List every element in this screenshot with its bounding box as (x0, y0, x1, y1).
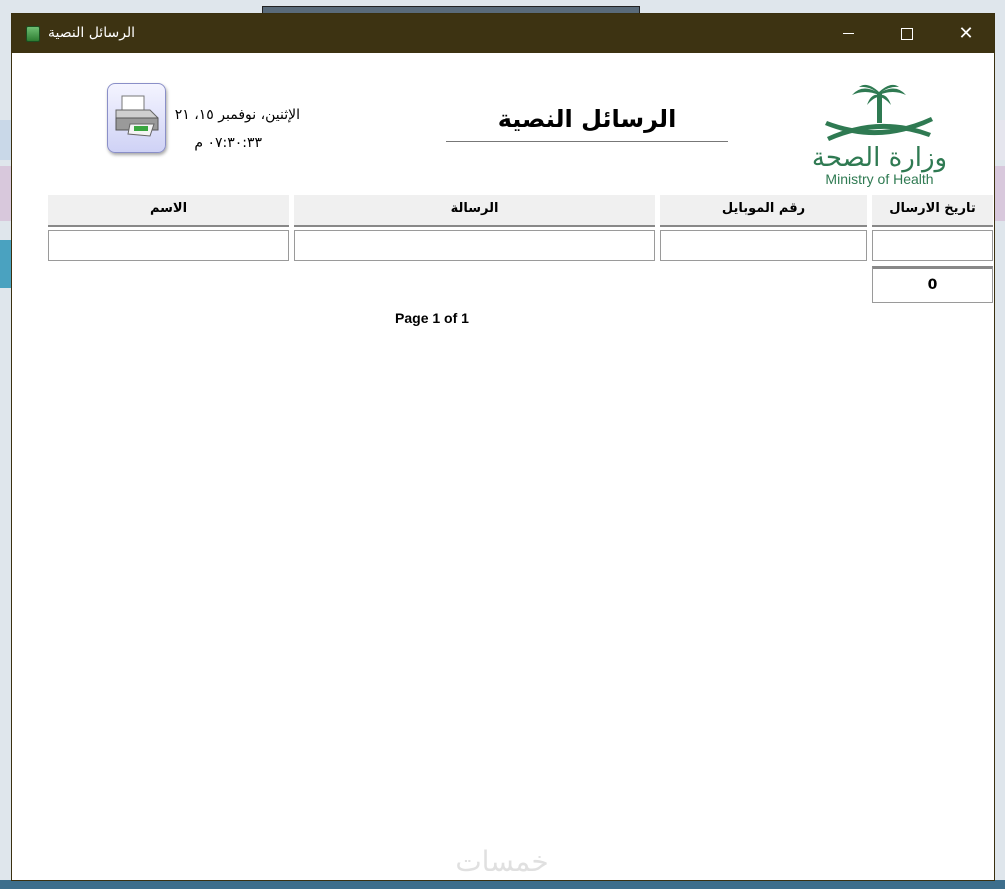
minimize-icon (842, 33, 854, 34)
cell-mobile (660, 230, 867, 261)
report-date: الإثنين، نوفمبر ١٥، ٢١ (174, 107, 300, 123)
background-panel (994, 120, 1005, 160)
title-bar[interactable]: الرسائل النصية ✕ (12, 14, 994, 53)
column-header-message: الرسالة (294, 195, 655, 227)
cell-send-date (872, 230, 993, 261)
minimize-button[interactable] (819, 14, 877, 53)
maximize-button[interactable] (878, 14, 936, 53)
close-icon: ✕ (958, 23, 974, 44)
report-time: ٠٧:٣٠:٣٣ م (194, 135, 262, 151)
cell-name (48, 230, 289, 261)
logo-english-text: Ministry of Health (825, 171, 934, 187)
page-number: Page 1 of 1 (395, 310, 469, 326)
maximize-icon (901, 27, 913, 40)
app-icon (26, 26, 40, 42)
ministry-logo: وزارة الصحة Ministry of Health (807, 83, 957, 193)
column-header-name: الاسم (48, 195, 289, 227)
close-button[interactable]: ✕ (937, 14, 995, 53)
watermark: خمسات (455, 845, 549, 878)
title-underline (446, 141, 728, 142)
column-header-mobile: رقم الموبايل (660, 195, 867, 227)
printer-icon (115, 95, 159, 137)
print-button[interactable] (107, 83, 166, 153)
column-header-send-date: تاريخ الارسال (872, 195, 993, 227)
background-panel (994, 166, 1005, 221)
report-window: الرسائل النصية ✕ وزارة الصحة Ministry of… (11, 13, 995, 881)
logo-arabic-text: وزارة الصحة (811, 143, 948, 173)
cell-message (294, 230, 655, 261)
report-body: وزارة الصحة Ministry of Health الرسائل ا… (12, 53, 994, 880)
window-title: الرسائل النصية (48, 25, 136, 41)
report-title: الرسائل النصية (497, 105, 677, 133)
taskbar-strip (0, 880, 1005, 889)
total-count: 0 (872, 266, 993, 303)
